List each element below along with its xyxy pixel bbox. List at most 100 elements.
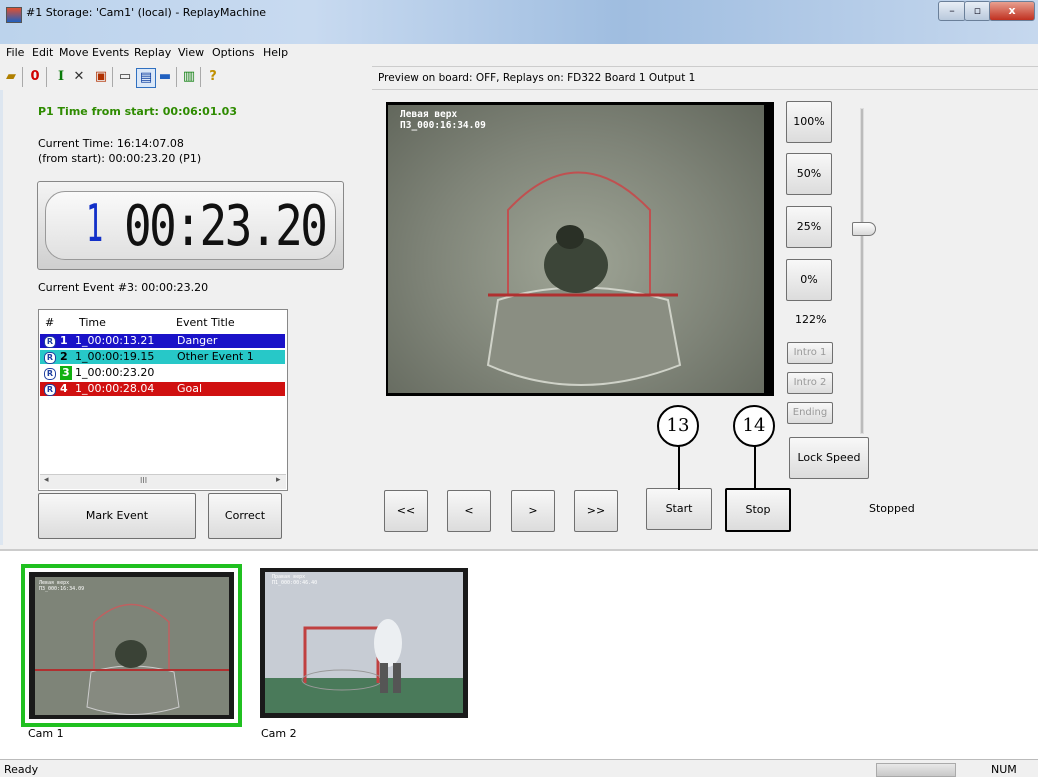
rink-graphic xyxy=(486,171,682,386)
speed-slider-thumb[interactable] xyxy=(852,222,876,236)
menu-events[interactable]: Events xyxy=(92,46,129,59)
left-border xyxy=(0,90,3,545)
menu-view[interactable]: View xyxy=(178,46,204,59)
toolbar-separator xyxy=(112,67,113,87)
record-zero-icon[interactable]: 0 xyxy=(26,68,44,86)
ending-button[interactable]: Ending xyxy=(787,402,833,424)
replay-marker-icon: R xyxy=(44,352,56,364)
thumbnail-frame-1: Левая верх ПЗ_000:16:34.09 xyxy=(29,572,234,719)
speed-slider-track[interactable] xyxy=(860,108,864,434)
intro2-button[interactable]: Intro 2 xyxy=(787,372,833,394)
video-frame: Левая верх ПЗ_000:16:34.09 xyxy=(388,105,764,393)
preview-status-text: Preview on board: OFF, Replays on: FD322… xyxy=(378,72,696,84)
forward-button[interactable]: > xyxy=(511,490,555,532)
thumbnail-overlay-1-line2: ПЗ_000:16:34.09 xyxy=(39,586,85,592)
camera-icon[interactable]: ▭ xyxy=(116,68,134,86)
correct-button[interactable]: Correct xyxy=(208,493,282,539)
row-number: 4 xyxy=(60,382,68,395)
table-row[interactable]: R 1 1_00:00:13.21 Danger xyxy=(40,334,285,348)
scale-0-button[interactable]: 0% xyxy=(786,259,832,301)
rewind-button[interactable]: < xyxy=(447,490,491,532)
event-marker-icon[interactable]: ▣ xyxy=(92,68,110,86)
menu-edit[interactable]: Edit xyxy=(32,46,53,59)
app-icon xyxy=(6,7,22,23)
row-time: 1_00:00:23.20 xyxy=(75,366,155,379)
speed-value: 122% xyxy=(795,313,827,326)
menu-file[interactable]: File xyxy=(6,46,24,59)
timecode-display: 1 00:23.20 xyxy=(37,181,344,270)
scale-25-button[interactable]: 25% xyxy=(786,206,832,248)
camera-thumbnail-2[interactable]: Правая верх П1_000:00:46.40 xyxy=(260,568,468,718)
scale-50-button[interactable]: 50% xyxy=(786,153,832,195)
timecode-value: 00:23.20 xyxy=(124,194,328,259)
camera-label-2: Cam 2 xyxy=(261,727,297,740)
in-point-icon[interactable]: I xyxy=(52,68,70,86)
status-bar: Ready NUM xyxy=(0,759,1038,777)
callout-line-13 xyxy=(678,444,680,490)
minimize-button[interactable]: – xyxy=(938,1,966,21)
start-button[interactable]: Start xyxy=(646,488,712,530)
column-header-number[interactable]: # xyxy=(45,316,54,329)
forward-fast-button[interactable]: >> xyxy=(574,490,618,532)
horizontal-scrollbar[interactable]: ◂ III ▸ xyxy=(40,474,286,489)
tools-icon[interactable]: ✕ xyxy=(70,68,88,86)
timecode-face: 1 00:23.20 xyxy=(45,191,336,260)
camera-panel: Левая верх ПЗ_000:16:34.09 Cam 1 Правая … xyxy=(0,549,1038,761)
menu-help[interactable]: Help xyxy=(263,46,288,59)
stop-button[interactable]: Stop xyxy=(725,488,791,532)
row-number: 2 xyxy=(60,350,68,363)
video-overlay-line2: ПЗ_000:16:34.09 xyxy=(400,120,486,131)
row-title: Danger xyxy=(177,334,218,347)
preview-status-bar: Preview on board: OFF, Replays on: FD322… xyxy=(372,66,1038,90)
window-title: #1 Storage: 'Cam1' (local) - ReplayMachi… xyxy=(26,6,267,19)
table-row[interactable]: R 4 1_00:00:28.04 Goal xyxy=(40,382,285,396)
thumbnail-image-2 xyxy=(265,572,463,713)
column-header-time[interactable]: Time xyxy=(79,316,106,329)
toolbar-separator xyxy=(176,67,177,87)
maximize-button[interactable]: ▫ xyxy=(964,1,991,21)
rewind-fast-button[interactable]: << xyxy=(384,490,428,532)
camera-thumbnail-1[interactable]: Левая верх ПЗ_000:16:34.09 xyxy=(21,564,242,727)
scroll-right-icon[interactable]: ▸ xyxy=(276,475,281,485)
open-folder-icon[interactable]: ▰ xyxy=(2,68,20,86)
current-event: Current Event #3: 00:00:23.20 xyxy=(38,281,209,294)
help-icon[interactable]: ? xyxy=(204,68,222,86)
camera-label-1: Cam 1 xyxy=(28,727,64,740)
toolbar-separator xyxy=(200,67,201,87)
lock-speed-button[interactable]: Lock Speed xyxy=(789,437,869,479)
from-start-time: (from start): 00:00:23.20 (P1) xyxy=(38,152,202,165)
scale-100-button[interactable]: 100% xyxy=(786,101,832,143)
title-bar: #1 Storage: 'Cam1' (local) - ReplayMachi… xyxy=(0,0,1038,44)
replay-marker-icon: R xyxy=(44,368,56,380)
menu-options[interactable]: Options xyxy=(212,46,254,59)
menu-replay[interactable]: Replay xyxy=(134,46,171,59)
status-progress xyxy=(876,763,956,777)
callout-line-14 xyxy=(754,444,756,490)
row-number: 3 xyxy=(60,366,72,380)
intro1-button[interactable]: Intro 1 xyxy=(787,342,833,364)
events-table[interactable]: # Time Event Title R 1 1_00:00:13.21 Danger… xyxy=(38,309,288,491)
toolbar-separator xyxy=(22,67,23,87)
scroll-left-icon[interactable]: ◂ xyxy=(44,475,49,485)
thumbnail-image-1 xyxy=(35,577,229,715)
row-time: 1_00:00:28.04 xyxy=(75,382,155,395)
close-button[interactable]: x xyxy=(989,1,1035,21)
preview-mode-icon[interactable]: ▤ xyxy=(136,68,156,88)
toolbar: ▰ 0 I ✕ ▣ ▭ ▤ ▬ ▥ ? xyxy=(0,62,372,90)
preview-video: Левая верх ПЗ_000:16:34.09 xyxy=(386,102,774,396)
replay-marker-icon: R xyxy=(44,336,56,348)
list-icon[interactable]: ▥ xyxy=(180,68,198,86)
scroll-thumb[interactable]: III xyxy=(140,476,147,485)
thumbnail-overlay-2-line2: П1_000:00:46.40 xyxy=(272,580,318,586)
mark-event-button[interactable]: Mark Event xyxy=(38,493,196,539)
row-title: Other Event 1 xyxy=(177,350,254,363)
menu-bar: File Edit Move Events Replay View Option… xyxy=(0,44,1038,62)
table-row[interactable]: R 2 1_00:00:19.15 Other Event 1 xyxy=(40,350,285,364)
time-from-start: P1 Time from start: 00:06:01.03 xyxy=(38,105,237,118)
monitor-icon[interactable]: ▬ xyxy=(156,68,174,86)
table-row[interactable]: R 3 1_00:00:23.20 xyxy=(40,366,285,380)
status-text: Ready xyxy=(4,763,39,776)
column-header-title[interactable]: Event Title xyxy=(176,316,235,329)
menu-move[interactable]: Move xyxy=(59,46,89,59)
callout-14: 14 xyxy=(733,405,775,447)
